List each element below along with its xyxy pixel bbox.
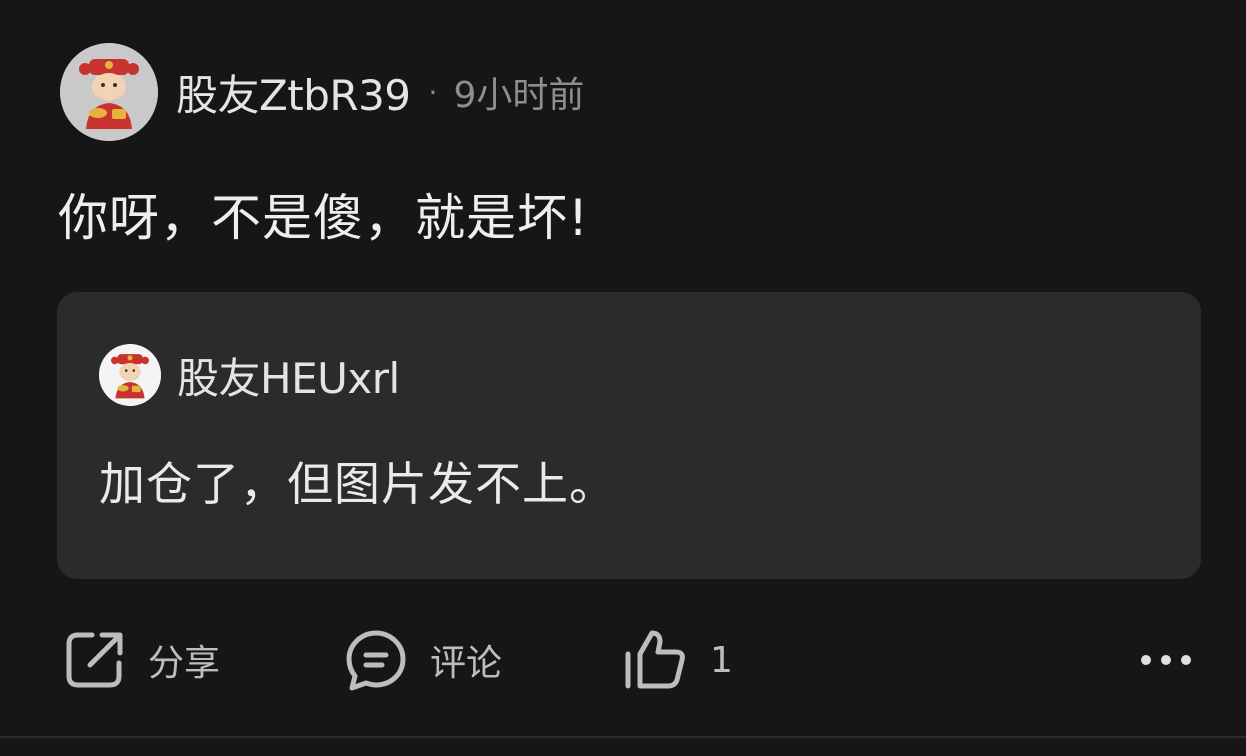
like-count: 1 (710, 639, 733, 681)
quoted-author-name[interactable]: 股友HEUxrl (177, 345, 400, 406)
quoted-post-header: 股友HEUxrl (99, 344, 400, 406)
divider (0, 736, 1246, 738)
share-icon (66, 632, 123, 688)
fortune-god-avatar-icon (99, 344, 161, 406)
fortune-god-avatar-icon (60, 43, 158, 141)
author-avatar[interactable] (60, 43, 158, 141)
thumbs-up-icon (625, 630, 685, 689)
post-header: 股友ZtbR39 · 9小时前 (60, 42, 584, 142)
quoted-post[interactable]: 股友HEUxrl 加仓了，但图片发不上。 (57, 292, 1201, 579)
quoted-author-avatar[interactable] (99, 344, 161, 406)
meta-separator: · (428, 75, 438, 109)
post-time: 9小时前 (453, 75, 585, 116)
share-button[interactable]: 分享 (64, 626, 220, 694)
more-button[interactable] (1136, 626, 1196, 694)
comment-label: 评论 (430, 643, 503, 684)
post-content: 你呀，不是傻，就是坏! (58, 189, 590, 247)
share-label: 分享 (148, 643, 221, 684)
more-icon (1141, 655, 1191, 665)
action-bar: 分享 评论 1 (0, 626, 1246, 694)
quoted-post-content: 加仓了，但图片发不上。 (99, 457, 616, 511)
comment-button[interactable]: 评论 (344, 626, 502, 694)
like-button[interactable]: 1 (622, 626, 733, 694)
author-name[interactable]: 股友ZtbR39 (176, 62, 411, 123)
post-card: 股友ZtbR39 · 9小时前 你呀，不是傻，就是坏! 股友HEUxrl 加仓了… (0, 0, 1246, 756)
comment-icon (346, 630, 406, 691)
